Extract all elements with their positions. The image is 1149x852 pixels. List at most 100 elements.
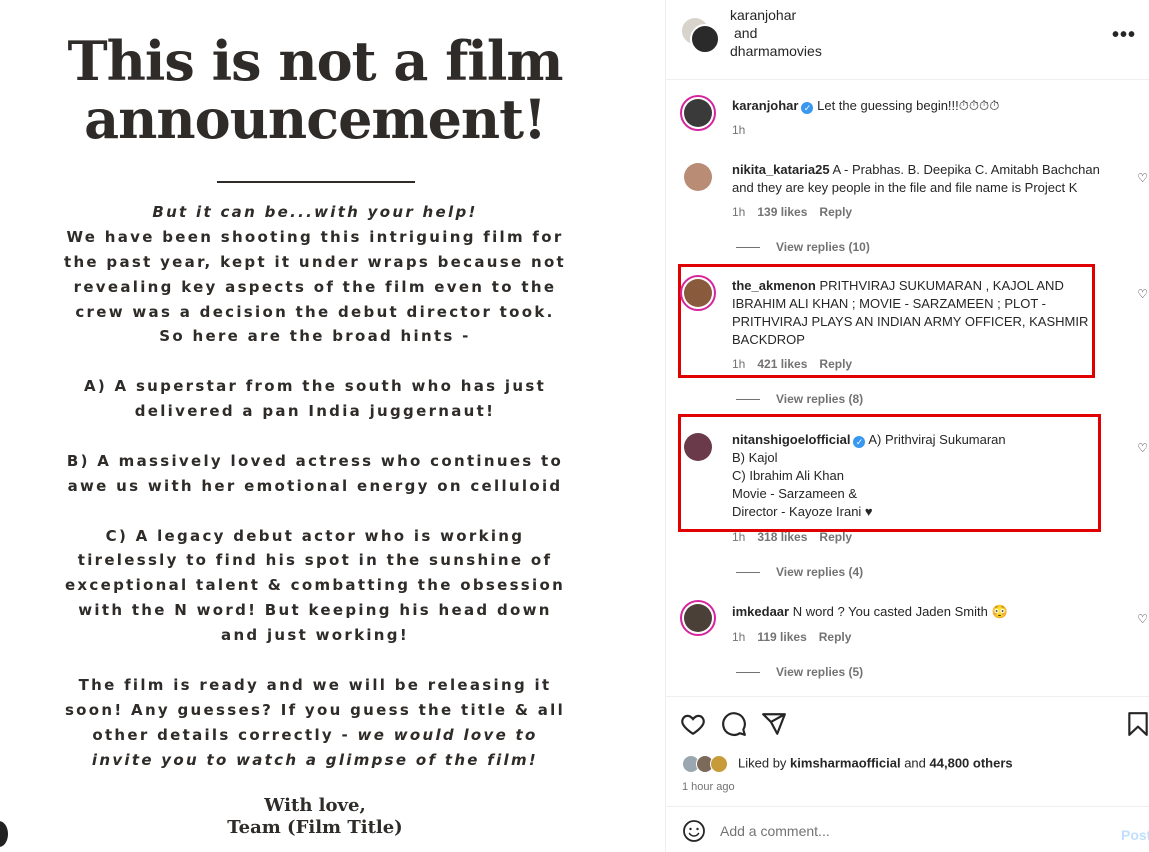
poster-line: B) A massively loved actress who continu… [66,451,564,470]
comment-likes[interactable]: 139 likes [757,205,807,219]
view-replies-button[interactable]: View replies (10) [736,240,870,254]
avatar[interactable] [690,24,720,54]
poster-line: crew was a decision the debut director t… [75,302,555,321]
comment-username[interactable]: imkedaar [732,604,789,619]
comment-likes[interactable]: 119 likes [757,630,806,644]
poster-blank-line [0,349,630,374]
header-username[interactable]: dharmamovies [730,42,822,60]
avatar[interactable] [680,159,716,195]
comment-time: 1h [732,357,746,371]
comment-time: 1h [732,123,746,137]
comment-username[interactable]: nikita_kataria25 [732,162,830,177]
poster-line: We have been shooting this intriguing fi… [66,227,564,246]
comment-text: the_akmenon PRITHVIRAJ SUKUMARAN , KAJOL… [732,277,1092,349]
like-comment-heart-icon[interactable]: ♡ [1137,287,1148,301]
reply-button[interactable]: Reply [819,630,852,644]
comment-line: C) Ibrahim Ali Khan [732,468,844,483]
comment-input[interactable] [720,817,1100,845]
bookmark-icon[interactable] [1125,711,1149,737]
view-replies-label: View replies (10) [776,240,870,254]
comment-time: 1h [732,205,746,219]
comment-likes[interactable]: 318 likes [757,530,807,544]
poster-divider [217,181,415,183]
poster-body: But it can be...with your help! We have … [0,200,630,772]
post-side-panel: karanjohar and dharmamovies ••• karanjoh… [665,0,1149,852]
add-comment-bar: Post [666,806,1149,852]
caption-meta: 1h [732,123,757,137]
liked-others[interactable]: 44,800 others [930,755,1013,770]
comment-username[interactable]: the_akmenon [732,278,816,293]
poster-line: But it can be...with your help! [152,203,478,221]
liked-by: Liked by kimsharmaofficial and 44,800 ot… [682,755,1013,773]
caption-username[interactable]: karanjohar [732,98,798,113]
comment-time: 1h [732,630,746,644]
liked-username[interactable]: kimsharmaofficial [790,755,901,770]
avatar[interactable] [680,95,716,131]
avatar[interactable] [680,600,716,636]
emoji-icon[interactable] [682,819,706,843]
liked-middle: and [900,755,930,771]
poster-line-mixed: other details correctly - we would love … [0,723,630,748]
view-replies-button[interactable]: View replies (5) [736,665,863,679]
like-comment-heart-icon[interactable]: ♡ [1137,171,1148,185]
header-conjunction: and [734,25,758,41]
poster-line: awe us with her emotional energy on cell… [67,476,563,495]
post-header: karanjohar and dharmamovies ••• [666,0,1149,80]
poster-line-italic: we would love to [357,725,538,744]
collab-avatars[interactable] [680,16,720,56]
post-image: This is not a film announcement! But it … [0,0,665,852]
header-username[interactable]: karanjohar [730,6,822,24]
poster-line: and just working! [221,626,409,645]
comments-list[interactable]: karanjohar ✓ Let the guessing begin!!!⏱⏱⏱… [666,81,1149,695]
poster-title-line1: This is not a film [67,29,563,93]
view-replies-button[interactable]: View replies (4) [736,565,863,579]
comment-meta: 1h 139 likes Reply [732,205,864,219]
comment-meta: 1h 421 likes Reply [732,357,864,371]
comment-content: N word ? You casted Jaden Smith 😳 [792,604,1008,619]
avatar[interactable] [680,275,716,311]
like-comment-heart-icon[interactable]: ♡ [1137,441,1148,455]
more-horizontal-icon[interactable]: ••• [1112,24,1136,47]
poster-line: other details correctly - [92,725,358,744]
post-button[interactable]: Post [1121,827,1149,843]
view-replies-button[interactable]: View replies (8) [736,392,863,406]
caption-text: karanjohar ✓ Let the guessing begin!!!⏱⏱⏱… [732,97,1120,115]
comment-meta: 1h 119 likes Reply [732,630,863,644]
divider [736,572,760,574]
poster-line: The film is ready and we will be releasi… [78,675,552,694]
poster-line: with the N word! But keeping his head do… [78,601,552,620]
comment-likes[interactable]: 421 likes [757,357,807,371]
poster-line: A) A superstar from the south who has ju… [83,377,547,396]
reply-button[interactable]: Reply [819,530,852,544]
view-replies-label: View replies (5) [776,665,864,679]
share-icon[interactable] [761,711,787,737]
poster-blank-line [0,648,630,673]
poster-line: tirelessly to find his spot in the sunsh… [77,551,553,570]
post-time[interactable]: 1 hour ago [682,781,735,793]
liked-by-avatars[interactable] [682,755,734,773]
divider [736,399,760,401]
poster-sign-line1: With love, [264,795,366,816]
poster-sign-line2: Team (Film Title) [227,817,403,838]
comment-icon[interactable] [721,711,747,737]
avatar[interactable] [680,429,716,465]
verified-badge-icon: ✓ [801,102,814,114]
divider [736,247,760,249]
poster-line: the past year, kept it under wraps becau… [63,252,567,271]
poster-line: delivered a pan India juggernaut! [134,402,496,421]
heart-icon[interactable] [680,711,706,737]
poster-line: revealing key aspects of the film even t… [73,277,557,296]
caption-content: Let the guessing begin!!!⏱⏱⏱⏱ [817,98,1000,113]
collab-names: karanjohar and dharmamovies [730,6,822,60]
liked-prefix: Liked by [738,755,791,771]
poster-line: invite you to watch a glimpse of the fil… [91,750,539,769]
comment-username[interactable]: nitanshigoelofficial [732,432,850,447]
reply-button[interactable]: Reply [819,357,852,371]
comment-line: A) Prithviraj Sukumaran [868,432,1006,447]
reply-button[interactable]: Reply [819,205,852,219]
comment-text: nikita_kataria25 A - Prabhas. B. Deepika… [732,161,1120,197]
comment-meta: 1h 318 likes Reply [732,530,864,544]
like-comment-heart-icon[interactable]: ♡ [1137,612,1148,626]
comment-line: B) Kajol [732,450,778,465]
poster-line: C) A legacy debut actor who is working [105,526,525,545]
